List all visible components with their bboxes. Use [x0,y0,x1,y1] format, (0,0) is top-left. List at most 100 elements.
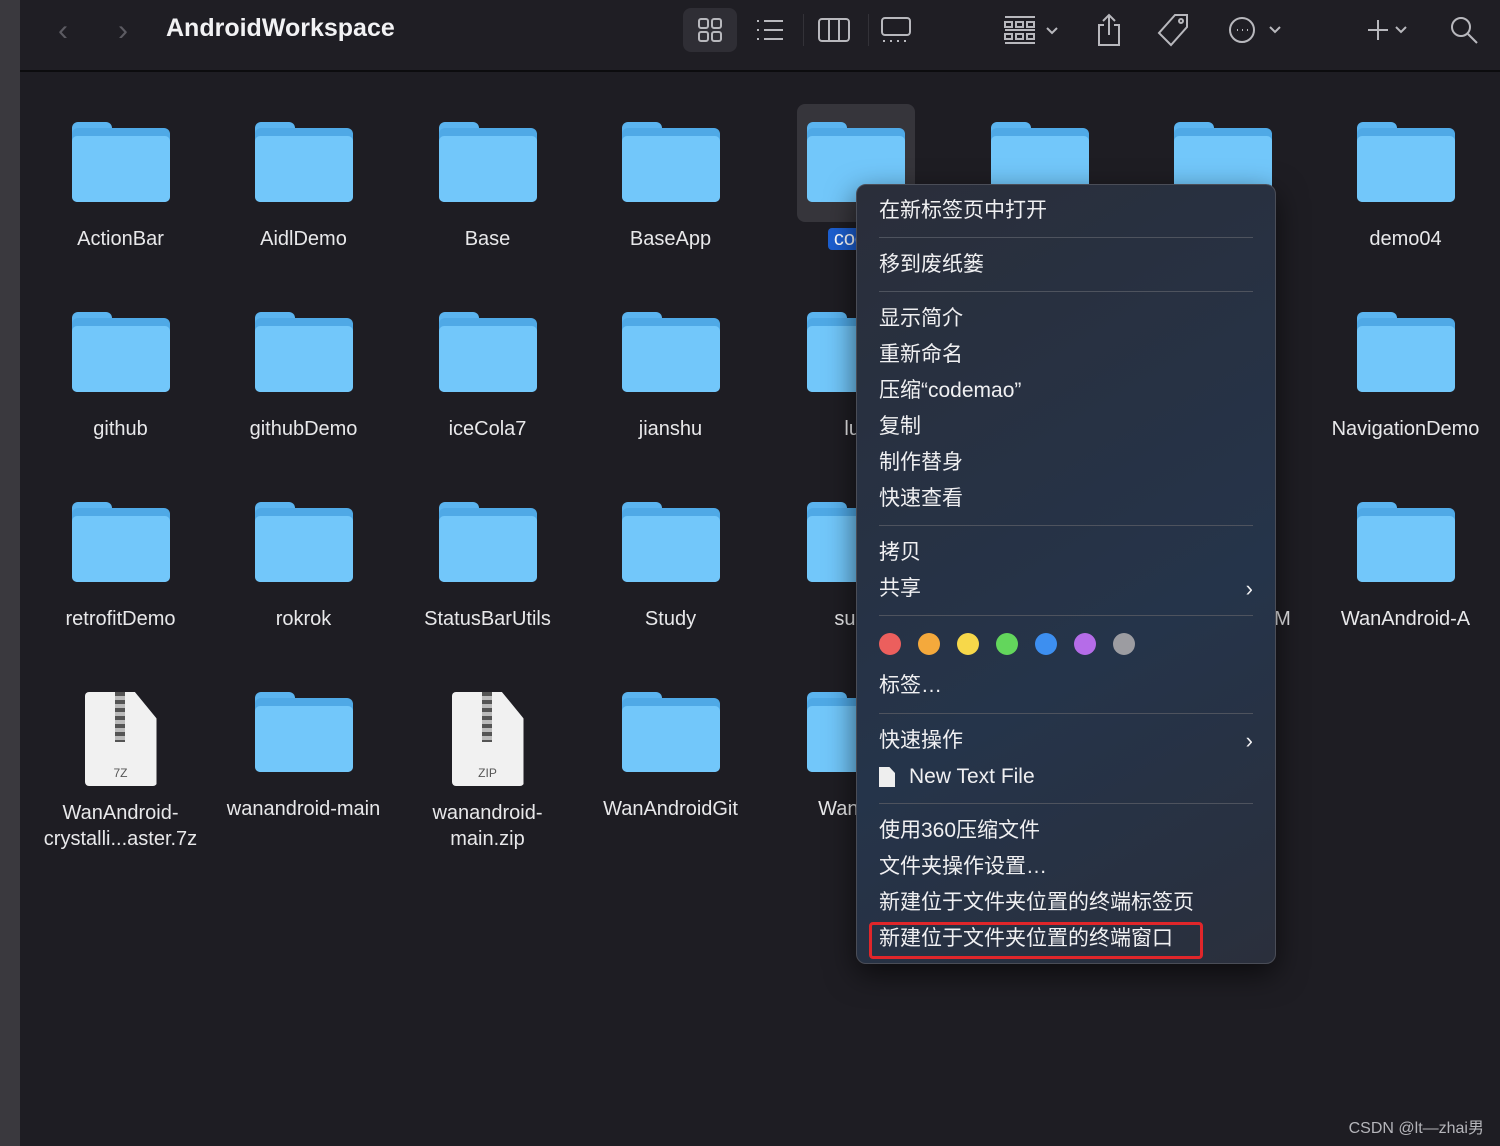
folder-icon [254,692,353,774]
folder-item[interactable]: StatusBarUtils [396,502,579,632]
list-view-button[interactable] [752,8,788,52]
folder-icon [71,122,170,204]
item-label: iceCola7 [396,416,579,442]
grid-icon [698,18,722,42]
item-name: StatusBarUtils [424,608,551,630]
item-label: AidlDemo [212,226,395,252]
tag-color-0[interactable] [879,633,901,655]
menu-share-label: 共享 [879,577,921,600]
tag-button[interactable] [1156,8,1192,52]
menu-quick-actions-label: 快速操作 [879,729,963,752]
item-label: wanandroid-main [212,796,395,822]
menu-copy[interactable]: 拷贝 [879,536,1253,570]
menu-compress[interactable]: 压缩“codemao” [879,374,1253,408]
menu-rename[interactable]: 重新命名 [879,338,1253,372]
group-by-button[interactable] [1002,8,1062,52]
item-label: Base [396,226,579,252]
list-icon [757,20,783,40]
menu-new-terminal-tab[interactable]: 新建位于文件夹位置的终端标签页 [879,886,1253,920]
forward-button[interactable]: › [118,14,128,48]
folder-icon [438,312,537,394]
group-icon [1004,16,1058,44]
menu-get-info[interactable]: 显示简介 [879,302,1253,336]
folder-item[interactable]: WanAndroid-A [1314,502,1497,632]
tag-icon [1157,14,1188,47]
item-label: wanandroid- main.zip [396,800,579,852]
item-label: WanAndroidGit [579,796,762,822]
folder-icon [71,312,170,394]
folder-item[interactable]: ActionBar [29,122,212,252]
item-label: rokrok [212,606,395,632]
folder-item[interactable]: BaseApp [579,122,762,252]
folder-item[interactable]: iceCola7 [396,312,579,442]
folder-item[interactable]: retrofitDemo [29,502,212,632]
item-name: Study [644,608,697,630]
folder-item[interactable]: jianshu [579,312,762,442]
menu-folder-action-settings[interactable]: 文件夹操作设置… [879,850,1253,884]
folder-icon [1356,312,1455,394]
search-button[interactable] [1448,8,1480,52]
archive-item[interactable]: 7Z WanAndroid- crystalli...aster.7z [29,692,212,852]
sidebar-edge [0,0,20,1146]
menu-compress-360[interactable]: 使用360压缩文件 [879,814,1253,848]
folder-item[interactable]: github [29,312,212,442]
folder-item[interactable]: githubDemo [212,312,395,442]
tag-color-4[interactable] [1035,633,1057,655]
share-button[interactable] [1094,8,1124,52]
folder-icon [254,122,353,204]
folder-item[interactable]: rokrok [212,502,395,632]
add-button[interactable] [1366,8,1412,52]
folder-item[interactable]: demo04 [1314,122,1497,252]
folder-item[interactable]: wanandroid-main [212,692,395,822]
item-name: rokrok [275,608,332,630]
menu-move-to-trash[interactable]: 移到废纸篓 [879,248,1253,282]
menu-make-alias[interactable]: 制作替身 [879,446,1253,480]
item-label: NavigationDemo [1314,416,1497,442]
menu-tags[interactable]: 标签… [879,669,1253,703]
item-name: NavigationDemo [1331,418,1480,440]
menu-open-new-tab[interactable]: 在新标签页中打开 [879,194,1253,228]
document-icon [879,767,895,787]
folder-item[interactable]: WanAndroidGit [579,692,762,822]
item-name: demo04 [1369,228,1442,250]
folder-icon [438,122,537,204]
back-button[interactable]: ‹ [58,14,68,48]
tag-color-3[interactable] [996,633,1018,655]
more-actions-button[interactable] [1226,8,1286,52]
tag-color-2[interactable] [957,633,979,655]
gallery-view-button[interactable] [878,8,916,52]
item-name: AidlDemo [260,228,347,250]
folder-icon [71,502,170,584]
menu-quick-actions[interactable]: 快速操作 › [879,724,1253,758]
item-name: github [93,418,148,440]
search-icon [1451,17,1478,44]
item-label: ActionBar [29,226,212,252]
tag-color-5[interactable] [1074,633,1096,655]
ellipsis-circle-icon [1229,17,1281,43]
item-label: demo04 [1314,226,1497,252]
item-label: retrofitDemo [29,606,212,632]
tag-color-1[interactable] [918,633,940,655]
context-menu: 在新标签页中打开 移到废纸篓 显示简介 重新命名 压缩“codemao” 复制 … [856,184,1276,964]
folder-item[interactable]: Base [396,122,579,252]
folder-item[interactable]: AidlDemo [212,122,395,252]
icon-view-button[interactable] [683,8,737,52]
item-name: wanandroid-main [226,798,381,820]
item-label: BaseApp [579,226,762,252]
item-name: Base [464,228,511,250]
menu-new-text-file-label: New Text File [909,765,1035,788]
folder-item[interactable]: NavigationDemo [1314,312,1497,442]
folder-item[interactable]: Study [579,502,762,632]
item-name: retrofitDemo [65,608,176,630]
menu-new-text-file[interactable]: New Text File [879,760,1253,794]
archive-icon: ZIP [451,692,524,786]
menu-quick-look[interactable]: 快速查看 [879,482,1253,516]
archive-icon: 7Z [84,692,157,786]
archive-item[interactable]: ZIP wanandroid- main.zip [396,692,579,852]
column-view-button[interactable] [816,8,852,52]
tag-color-6[interactable] [1113,633,1135,655]
folder-icon [254,502,353,584]
menu-duplicate[interactable]: 复制 [879,410,1253,444]
menu-share[interactable]: 共享 › [879,572,1253,606]
chevron-right-icon: › [1245,728,1253,753]
